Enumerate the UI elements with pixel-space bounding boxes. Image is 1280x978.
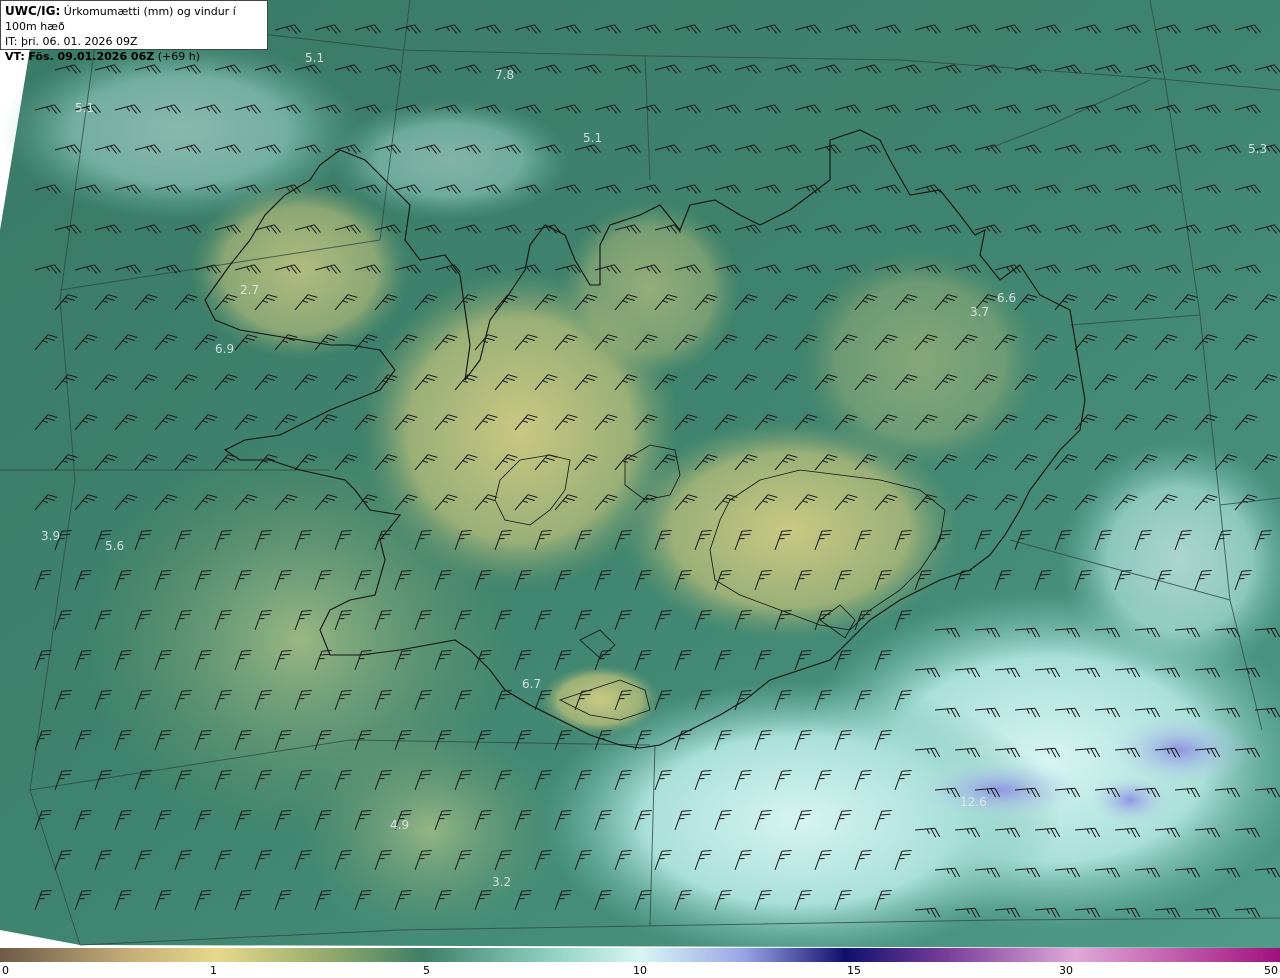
value-label: 2.7 [240,283,259,297]
value-label: 3.7 [970,305,989,319]
value-label: 5.3 [1248,142,1267,156]
value-label: 6.9 [215,342,234,356]
value-label: 6.7 [522,677,541,691]
value-label: 7.8 [495,68,514,82]
value-label: 5.1 [305,51,324,65]
product-code: UWC/IG: [5,4,61,18]
it-label: IT: [5,35,18,48]
colorbar-tick: 5 [423,964,430,977]
colorbar-tick: 10 [633,964,647,977]
colorbar-tick: 30 [1059,964,1073,977]
colorbar-tick: 0 [2,964,9,977]
value-label: 5.1 [583,131,602,145]
value-label: 12.6 [960,795,987,809]
value-label: 3.9 [41,529,60,543]
precipitation-wind-map[interactable]: 5.1 5.1 7.8 5.1 5.3 2.7 6.9 6.6 3.7 3.9 … [0,0,1280,948]
valid-time-line: VT: Fös. 09.01.2026 06Z (+69 h) [5,49,263,64]
colorbar-strip [0,948,1280,962]
value-label: 6.6 [997,291,1016,305]
value-label: 5.1 [75,101,94,115]
value-label: 5.6 [105,539,124,553]
colorbar-tick: 15 [847,964,861,977]
colorbar-tick: 1 [210,964,217,977]
initial-time-line: IT: þri. 06. 01. 2026 09Z [5,34,263,49]
map-header: UWC/IG: Úrkomumætti (mm) og vindur í 100… [0,0,268,63]
value-label: 3.2 [492,875,511,889]
vt-label: VT: [5,50,25,63]
vt-offset: (+69 h) [157,50,200,63]
vt-value: Fös. 09.01.2026 06Z [28,50,155,63]
colorbar: 0 1 5 10 15 30 50 [0,948,1280,978]
it-value: þri. 06. 01. 2026 09Z [20,35,138,48]
colorbar-tick: 50 [1264,964,1278,977]
value-label: 4.9 [390,818,409,832]
product-line: UWC/IG: Úrkomumætti (mm) og vindur í 100… [5,4,263,34]
